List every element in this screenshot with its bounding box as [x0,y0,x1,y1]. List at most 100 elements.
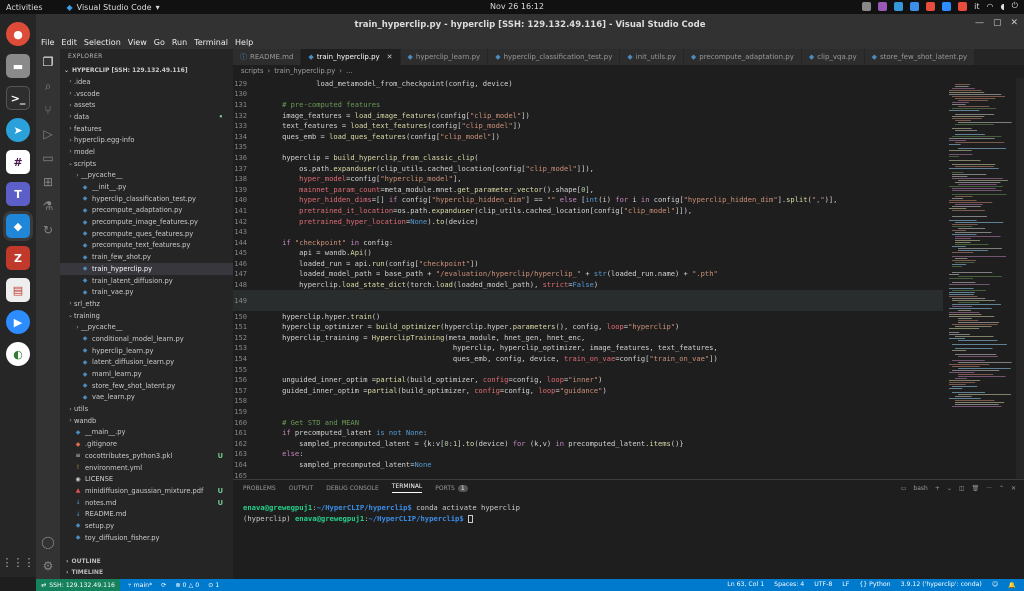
tray-app-icon[interactable] [926,1,936,11]
tree-item[interactable]: › data • [60,111,233,123]
terminal[interactable]: enava@grewegpuj1:~/HyperCLIP/hyperclip$ … [233,496,1024,530]
code-line[interactable]: 144 if "checkpoint" in config: [233,237,943,248]
tree-item[interactable]: ◆ maml_learn.py [60,368,233,380]
code-line[interactable]: 138 hyper_model=config["hyperclip_model"… [233,173,943,184]
panel-tab-ports[interactable]: PORTS 1 [435,484,468,492]
tree-item[interactable]: ↓ notes.md U [60,497,233,509]
panel-tab-debug-console[interactable]: DEBUG CONSOLE [326,485,379,492]
code-line[interactable]: 158 [233,396,943,407]
tree-item[interactable]: ◆ train_few_shot.py [60,251,233,263]
line-ending[interactable]: LF [842,581,849,589]
zoom-tray-icon[interactable] [942,1,952,11]
gitkraken-icon[interactable]: ◐ [6,342,30,366]
chrome-icon[interactable]: ● [6,22,30,46]
python-interpreter[interactable]: 3.9.12 ('hyperclip': conda) [901,581,982,589]
code-line[interactable]: 150 hyperclip.hyper.train() [233,311,943,322]
editor-tab[interactable]: ◆ precompute_adaptation.py [683,49,802,65]
editor-tab[interactable]: ⓘ README.md [233,49,302,65]
code-line[interactable]: 160 # Get STD and MEAN [233,417,943,428]
explorer-icon[interactable]: ❐ [39,55,57,69]
tree-item[interactable]: › wandb [60,415,233,427]
code-line[interactable]: 161 if precomputed_latent is not None: [233,427,943,438]
maximize-panel-icon[interactable]: ⌃ [999,485,1004,492]
code-line[interactable]: 159 [233,406,943,417]
tree-item[interactable]: › hyperclip.egg-info [60,134,233,146]
editor-scrollbar[interactable] [1016,78,1024,479]
maximize-icon[interactable]: ▢ [993,18,1002,28]
tree-item[interactable]: › features [60,123,233,135]
panel-tab-problems[interactable]: PROBLEMS [243,485,276,492]
tree-item[interactable]: ◆ hyperclip_classification_test.py [60,193,233,205]
tree-item[interactable]: ◉ LICENSE [60,473,233,485]
tree-item[interactable]: › .idea [60,76,233,88]
code-line[interactable]: 149 [233,289,943,311]
tree-item[interactable]: ◆ train_hyperclip.py [60,263,233,275]
project-root[interactable]: ⌄ HYPERCLIP [SSH: 129.132.49.116] [60,64,233,76]
editor-tab[interactable]: ◆ train_hyperclip.py ✕ [301,49,401,65]
tree-item[interactable]: ≡ cocottributes_python3.pkl U [60,450,233,462]
code-line[interactable]: 140 hyper_hidden_dims=[] if config["hype… [233,195,943,206]
code-line[interactable]: 134 ques_emb = load_ques_features(config… [233,131,943,142]
tree-item[interactable]: ◆ precompute_adaptation.py [60,205,233,217]
tray-app-icon[interactable] [910,1,920,11]
minimap[interactable] [945,78,1015,479]
code-line[interactable]: 145 api = wandb.Api() [233,248,943,259]
code-line[interactable]: 133 text_features = load_text_features(c… [233,120,943,131]
menu-file[interactable]: File [41,38,54,47]
breadcrumb-item[interactable]: train_hyperclip.py [274,67,335,75]
tree-item[interactable]: ◆ latent_diffusion_learn.py [60,357,233,369]
activities-button[interactable]: Activities [6,3,43,12]
code-line[interactable]: 148 hyperclip.load_state_dict(torch.load… [233,279,943,290]
menu-help[interactable]: Help [235,38,253,47]
editor-tab[interactable]: ◆ init_utils.py [620,49,684,65]
minimize-icon[interactable]: — [975,18,984,28]
tree-item[interactable]: ↓ README.md [60,508,233,520]
code-line[interactable]: 141 pretrained_it_location=os.path.expan… [233,205,943,216]
branch-indicator[interactable]: ⑂ main* [128,582,152,589]
tray-app-icon[interactable] [894,1,904,11]
trash-icon[interactable]: 🗑 [972,485,980,492]
encoding[interactable]: UTF-8 [814,581,832,589]
code-line[interactable]: 151 hyperclip_optimizer = build_optimize… [233,321,943,332]
vscode-dock-icon[interactable]: ◆ [6,214,30,238]
telegram-icon[interactable]: ➤ [6,118,30,142]
code-line[interactable]: 137 os.path.expanduser(clip_utils.cached… [233,163,943,174]
tree-item[interactable]: ⌄ training [60,310,233,322]
terminal-shell-label[interactable]: bash [913,485,927,492]
tree-item[interactable]: ◆ .gitignore [60,438,233,450]
tree-item[interactable]: ◆ precompute_ques_features.py [60,228,233,240]
tree-item[interactable]: ⌄ scripts [60,158,233,170]
code-line[interactable]: 164 sampled_precomputed_latent=None [233,459,943,470]
chevron-down-icon[interactable]: ⌄ [947,485,952,492]
code-line[interactable]: 131 # pre-computed features [233,99,943,110]
indentation[interactable]: Spaces: 4 [774,581,804,589]
remote-explorer-icon[interactable]: ▭ [39,151,57,165]
code-line[interactable]: 162 sampled_precomputed_latent = {k:v[0:… [233,438,943,449]
testing-icon[interactable]: ⚗ [39,199,57,213]
code-line[interactable]: 132 image_features = load_image_features… [233,110,943,121]
code-line[interactable]: 136 hyperclip = build_hyperclip_from_cla… [233,152,943,163]
app-menu[interactable]: ◆ Visual Studio Code ▾ [67,3,160,12]
editor-tab[interactable]: ◆ store_few_shot_latent.py [864,49,976,65]
ports-indicator[interactable]: ⊙ 1 [208,582,219,589]
tree-item[interactable]: ◆ conditional_model_learn.py [60,333,233,345]
code-line[interactable]: 139 mainnet_param_count=meta_module.mnet… [233,184,943,195]
tree-item[interactable]: › assets [60,99,233,111]
files-icon[interactable]: ▬ [6,54,30,78]
tree-item[interactable]: › __pycache__ [60,170,233,182]
tree-item[interactable]: › utils [60,403,233,415]
breadcrumb-item[interactable]: ... [346,67,352,75]
more-actions-icon[interactable]: ··· [986,485,992,492]
breadcrumb-item[interactable]: scripts [241,67,263,75]
tree-item[interactable]: ▲ minidiffusion_gaussian_mixture.pdf U [60,485,233,497]
wifi-icon[interactable]: ◠ [986,2,993,11]
remote-indicator[interactable]: ⇄ SSH: 129.132.49.116 [36,579,120,591]
clock[interactable]: Nov 26 16:12 [490,2,544,11]
tree-item[interactable]: ◆ precompute_text_features.py [60,240,233,252]
tray-app-icon[interactable] [958,1,968,11]
menu-view[interactable]: View [128,38,147,47]
extensions-icon[interactable]: ⊞ [39,175,57,189]
tree-item[interactable]: ◆ hyperclip_learn.py [60,345,233,357]
tree-item[interactable]: › .vscode [60,88,233,100]
teams-icon[interactable]: T [6,182,30,206]
